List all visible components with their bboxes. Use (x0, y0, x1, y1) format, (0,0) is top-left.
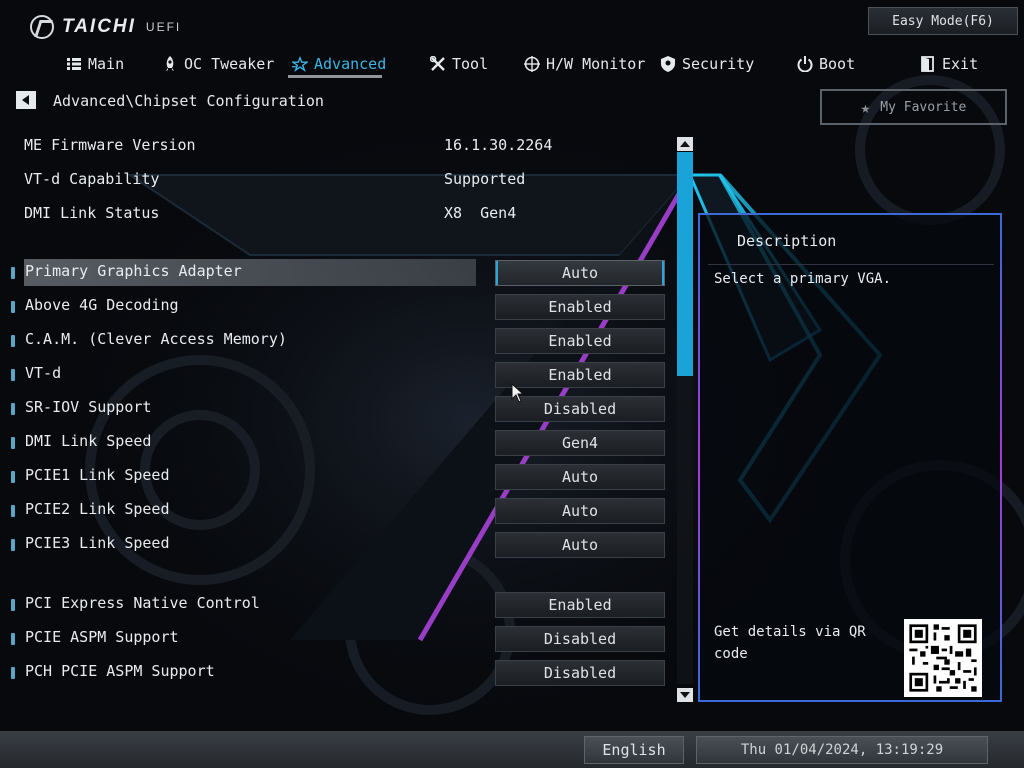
brand-logo: TAICHI UEFI (30, 14, 181, 40)
setting-value-dropdown[interactable]: Gen4 (495, 430, 665, 456)
my-favorite-label: My Favorite (880, 99, 967, 115)
tab-label: H/W Monitor (546, 55, 646, 73)
setting-label: Above 4G Decoding (25, 296, 179, 314)
tab-label: Exit (942, 55, 979, 73)
tab-boot[interactable]: Boot (797, 52, 855, 76)
rocket-icon (162, 56, 178, 72)
setting-value-dropdown[interactable]: Auto (495, 498, 665, 524)
tab-label: Tool (452, 55, 489, 73)
setting-row-vt-d[interactable]: VT-d Enabled (0, 361, 680, 389)
setting-value-dropdown[interactable]: Auto (495, 260, 665, 286)
setting-value-dropdown[interactable]: Disabled (495, 660, 665, 686)
info-value-dmi-link-status: X8 Gen4 (444, 204, 517, 222)
scrollbar-thumb[interactable] (677, 152, 693, 376)
brand-sub: UEFI (145, 20, 182, 34)
my-favorite-button[interactable]: ★ My Favorite (820, 89, 1007, 125)
setting-label: PCIE ASPM Support (25, 628, 179, 646)
tab-label: Main (88, 55, 125, 73)
row-marker (11, 369, 15, 381)
power-icon (797, 56, 813, 72)
scroll-up-arrow-icon[interactable] (677, 137, 693, 151)
setting-row-pcie1-link-speed[interactable]: PCIE1 Link Speed Auto (0, 463, 680, 491)
tab-label: OC Tweaker (184, 55, 275, 73)
setting-row-primary-graphics-adapter[interactable]: Primary Graphics Adapter Auto (0, 259, 680, 287)
setting-label: PCI Express Native Control (25, 594, 260, 612)
shield-icon (660, 56, 676, 72)
tab-label: Boot (819, 55, 856, 73)
row-marker (11, 267, 15, 279)
date-time-display: Thu 01/04/2024, 13:19:29 (696, 736, 988, 764)
setting-label: SR-IOV Support (25, 398, 152, 416)
taichi-logo-icon (30, 15, 54, 39)
qr-code-icon (904, 619, 982, 697)
row-marker (11, 633, 15, 645)
info-label-me-firmware: ME Firmware Version (24, 136, 196, 154)
description-text: Select a primary VGA. (714, 271, 892, 287)
setting-row-pcie2-link-speed[interactable]: PCIE2 Link Speed Auto (0, 497, 680, 525)
back-arrow-icon[interactable] (16, 91, 36, 109)
info-value-me-firmware: 16.1.30.2264 (444, 136, 553, 154)
row-marker (11, 599, 15, 611)
breadcrumb: Advanced\Chipset Configuration (53, 92, 324, 110)
info-label-dmi-link-status: DMI Link Status (24, 204, 160, 222)
monitor-icon (524, 56, 540, 72)
main-nav: Main OC Tweaker Advanced Tool H/W Monito… (0, 52, 1024, 80)
setting-row-pcie3-link-speed[interactable]: PCIE3 Link Speed Auto (0, 531, 680, 559)
tab-hw-monitor[interactable]: H/W Monitor (524, 52, 645, 76)
setting-row-pcie-aspm-support[interactable]: PCIE ASPM Support Disabled (0, 625, 680, 653)
tab-main[interactable]: Main (66, 52, 124, 76)
info-value-vtd-capability: Supported (444, 170, 526, 188)
tab-exit[interactable]: Exit (920, 52, 978, 76)
row-marker (11, 667, 15, 679)
setting-label: VT-d (25, 364, 62, 382)
description-title: Description (737, 232, 837, 250)
row-marker (11, 437, 15, 449)
setting-label: PCIE1 Link Speed (25, 466, 170, 484)
row-marker (11, 505, 15, 517)
active-tab-indicator (288, 75, 382, 78)
setting-row-pch-pcie-aspm-support[interactable]: PCH PCIE ASPM Support Disabled (0, 659, 680, 687)
brand-name: TAICHI (62, 16, 136, 37)
exit-icon (920, 56, 936, 72)
setting-row-cam[interactable]: C.A.M. (Clever Access Memory) Enabled (0, 327, 680, 355)
qr-caption: Get details via QR code (714, 624, 866, 662)
setting-value-dropdown[interactable]: Enabled (495, 328, 665, 354)
tab-oc-tweaker[interactable]: OC Tweaker (162, 52, 274, 76)
setting-row-above-4g-decoding[interactable]: Above 4G Decoding Enabled (0, 293, 680, 321)
tab-label: Advanced (314, 55, 387, 73)
description-divider (708, 264, 994, 265)
setting-value-dropdown[interactable]: Enabled (495, 294, 665, 320)
tab-tool[interactable]: Tool (430, 52, 488, 76)
setting-value-dropdown[interactable]: Disabled (495, 626, 665, 652)
setting-row-dmi-link-speed[interactable]: DMI Link Speed Gen4 (0, 429, 680, 457)
row-marker (11, 301, 15, 313)
language-button[interactable]: English (584, 736, 684, 764)
info-label-vtd-capability: VT-d Capability (24, 170, 160, 188)
setting-label: C.A.M. (Clever Access Memory) (25, 330, 287, 348)
setting-label: PCIE2 Link Speed (25, 500, 170, 518)
row-marker (11, 335, 15, 347)
tab-label: Security (682, 55, 755, 73)
setting-label: DMI Link Speed (25, 432, 152, 450)
row-marker (11, 471, 15, 483)
row-marker (11, 539, 15, 551)
tab-security[interactable]: Security (660, 52, 754, 76)
star-icon (292, 56, 308, 72)
list-icon (66, 56, 82, 72)
setting-label: PCIE3 Link Speed (25, 534, 170, 552)
setting-label: PCH PCIE ASPM Support (25, 662, 215, 680)
setting-row-pci-express-native-control[interactable]: PCI Express Native Control Enabled (0, 591, 680, 619)
setting-value-dropdown[interactable]: Enabled (495, 592, 665, 618)
tab-advanced[interactable]: Advanced (292, 52, 386, 76)
setting-label: Primary Graphics Adapter (25, 262, 242, 280)
easy-mode-button[interactable]: Easy Mode(F6) (868, 7, 1018, 35)
setting-row-sr-iov-support[interactable]: SR-IOV Support Disabled (0, 395, 680, 423)
setting-value-dropdown[interactable]: Auto (495, 464, 665, 490)
scroll-down-arrow-icon[interactable] (677, 688, 693, 702)
star-icon: ★ (860, 97, 871, 117)
setting-value-dropdown[interactable]: Auto (495, 532, 665, 558)
mouse-cursor-icon (511, 383, 525, 403)
tools-icon (430, 56, 446, 72)
row-marker (11, 403, 15, 415)
